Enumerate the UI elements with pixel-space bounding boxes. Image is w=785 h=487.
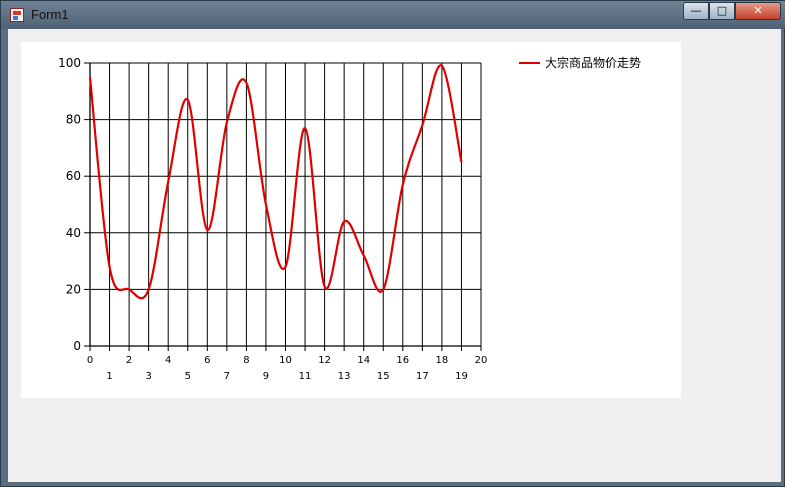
grid-lines [89, 62, 482, 347]
x-tick-label: 5 [185, 371, 191, 382]
x-tick-label: 18 [436, 355, 449, 366]
axes [84, 62, 482, 351]
series-plot [88, 64, 463, 300]
title-bar[interactable]: Form1 — □ ✕ [1, 1, 785, 29]
chart-legend: 大宗商品物价走势 [519, 55, 641, 70]
x-tick-label: 3 [145, 371, 151, 382]
y-axis-tick-labels: 0 20 40 60 80 100 [58, 56, 81, 353]
x-tick-label: 9 [263, 371, 269, 382]
x-tick-label: 11 [299, 371, 312, 382]
x-axis-tick-labels: 01234567891011121314151617181920 [87, 355, 488, 382]
y-tick-label: 60 [66, 169, 81, 183]
chart-control: 0 20 40 60 80 100 0 1 2 3 4 5 6 7 8 9 10 11 12 13 14 15 16 17 1… [21, 42, 681, 398]
form-icon[interactable] [10, 8, 24, 22]
x-tick-label: 19 [455, 371, 468, 382]
close-button[interactable]: ✕ [735, 2, 781, 20]
x-tick-label: 17 [416, 371, 429, 382]
x-tick-label: 8 [243, 355, 249, 366]
window-title: Form1 [31, 7, 69, 22]
maximize-button[interactable]: □ [709, 2, 735, 20]
application-window: Form1 — □ ✕ 0 20 40 60 80 100 0 1 2 3 4 5 6 7 8 9 10 11 1… [0, 0, 785, 487]
x-tick-label: 12 [318, 355, 331, 366]
x-tick-label: 6 [204, 355, 210, 366]
x-tick-label: 10 [279, 355, 292, 366]
legend-label: 大宗商品物价走势 [545, 55, 641, 70]
form-client-area: 0 20 40 60 80 100 0 1 2 3 4 5 6 7 8 9 10 11 12 13 14 15 16 17 1… [8, 29, 781, 482]
x-tick-label: 2 [126, 355, 132, 366]
minimize-button[interactable]: — [683, 2, 709, 20]
line-chart: 020406080100 012345678910111213141516171… [58, 55, 641, 382]
x-tick-label: 7 [224, 371, 230, 382]
x-tick-label: 20 [475, 355, 488, 366]
y-tick-label: 80 [66, 113, 81, 127]
x-tick-label: 14 [357, 355, 370, 366]
y-tick-label: 0 [73, 339, 81, 353]
x-tick-label: 15 [377, 371, 390, 382]
x-tick-label: 1 [106, 371, 112, 382]
x-tick-label: 16 [396, 355, 409, 366]
y-tick-label: 40 [66, 226, 81, 240]
x-tick-label: 13 [338, 371, 351, 382]
series-line [88, 64, 463, 300]
y-tick-label: 100 [58, 56, 81, 70]
x-tick-label: 0 [87, 355, 93, 366]
x-tick-label: 4 [165, 355, 171, 366]
y-tick-label: 20 [66, 282, 81, 296]
